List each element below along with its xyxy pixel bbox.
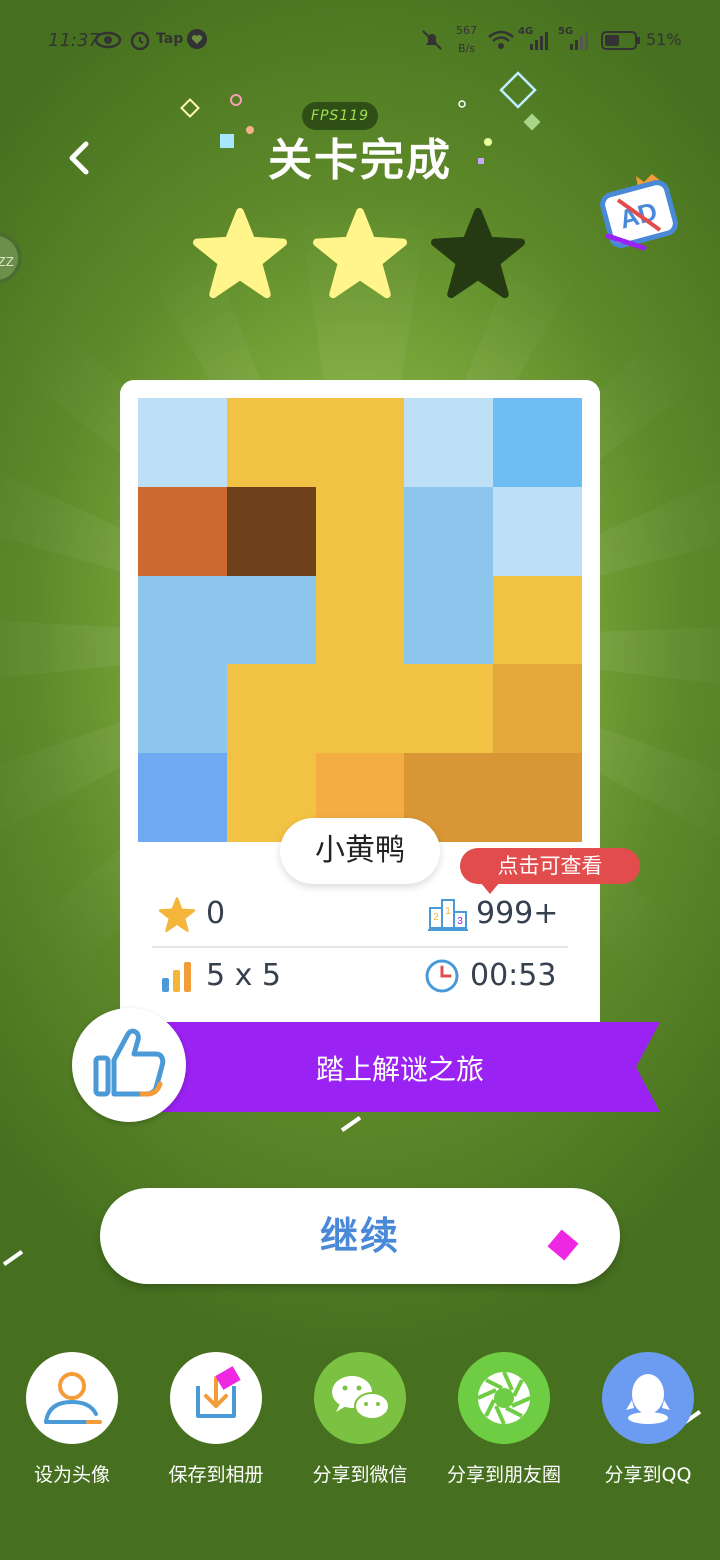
status-time: 11:37 xyxy=(48,30,100,51)
view-ranking-tip[interactable]: 点击可查看 xyxy=(460,848,640,884)
puzzle-cell xyxy=(138,664,227,754)
moments-icon xyxy=(477,1371,531,1425)
tap-badge: Tap xyxy=(156,31,184,47)
confetti-ring xyxy=(230,94,242,106)
puzzle-cell xyxy=(493,486,582,576)
share-wechat-button[interactable] xyxy=(314,1352,406,1444)
remove-ads-icon[interactable]: AD xyxy=(598,170,682,254)
signal-5g-icon xyxy=(570,32,588,50)
puzzle-cell xyxy=(226,664,316,754)
puzzle-cell xyxy=(226,486,316,576)
puzzle-cell xyxy=(226,398,316,487)
svg-text:1: 1 xyxy=(445,906,451,917)
battery-percent: 51% xyxy=(646,30,682,49)
alarm-icon xyxy=(130,31,150,51)
puzzle-cell xyxy=(315,398,405,487)
set-avatar-label: 设为头像 xyxy=(33,1464,110,1486)
puzzle-cell xyxy=(404,664,494,754)
net-speed-value: 567 xyxy=(456,24,477,37)
stats-divider xyxy=(152,946,568,948)
clock-icon xyxy=(425,959,459,993)
grid-size: 5 x 5 xyxy=(206,958,281,993)
heart-icon xyxy=(187,29,207,49)
puzzle-cell xyxy=(315,486,405,576)
signal-4g-icon xyxy=(530,32,548,50)
rank-value[interactable]: 999+ xyxy=(476,896,558,931)
puzzle-cell xyxy=(404,486,494,576)
star-icon-filled xyxy=(312,207,408,299)
save-to-album-button[interactable] xyxy=(170,1352,262,1444)
confetti-diamond xyxy=(180,98,200,118)
mute-bell-icon xyxy=(422,30,442,50)
puzzle-image[interactable] xyxy=(138,398,582,842)
confetti-ring-small xyxy=(458,100,466,108)
continue-button[interactable]: 继续 xyxy=(100,1188,620,1284)
qq-icon xyxy=(626,1374,670,1424)
puzzle-cell xyxy=(226,575,316,665)
puzzle-cell xyxy=(138,753,227,842)
svg-text:2: 2 xyxy=(433,912,439,923)
stars-count: 0 xyxy=(206,896,226,931)
net-speed-unit: B/s xyxy=(458,42,475,55)
puzzle-cell xyxy=(315,575,405,665)
wechat-icon xyxy=(332,1376,390,1420)
battery-icon xyxy=(601,31,640,50)
puzzle-cell xyxy=(138,486,227,576)
puzzle-cell xyxy=(493,753,582,842)
star-icon-empty xyxy=(430,207,526,299)
puzzle-cell xyxy=(493,398,582,487)
confetti-diamond-large xyxy=(499,71,537,109)
puzzle-cell xyxy=(138,575,227,665)
share-qq-label: 分享到QQ xyxy=(604,1464,692,1486)
share-wechat-label: 分享到微信 xyxy=(312,1464,408,1486)
ranking-podium-icon[interactable]: 1 2 3 xyxy=(428,896,468,934)
difficulty-bars-icon xyxy=(162,962,191,992)
like-button[interactable] xyxy=(72,1008,186,1122)
eye-icon xyxy=(94,31,122,49)
elapsed-time: 00:53 xyxy=(470,958,557,993)
puzzle-cell xyxy=(404,398,494,487)
puzzle-cell xyxy=(138,398,227,487)
set-avatar-button[interactable] xyxy=(26,1352,118,1444)
puzzle-cell xyxy=(493,575,582,665)
star-icon-filled xyxy=(192,207,288,299)
tip-arrow xyxy=(480,882,500,894)
avatar-icon xyxy=(44,1372,102,1424)
save-album-label: 保存到相册 xyxy=(168,1464,264,1486)
save-album-icon xyxy=(196,1366,241,1418)
thumbs-up-icon xyxy=(93,1028,166,1097)
share-qq-button[interactable] xyxy=(602,1352,694,1444)
ribbon-label: 踏上解谜之旅 xyxy=(315,1053,484,1086)
wifi-icon xyxy=(488,30,514,49)
puzzle-cell xyxy=(493,664,582,754)
star-icon xyxy=(158,897,196,933)
status-bar: 11:37 Tap 567 B/s 4G 5G 51% xyxy=(0,24,720,58)
svg-text:3: 3 xyxy=(457,916,463,927)
share-moments-label: 分享到朋友圈 xyxy=(446,1464,561,1486)
share-moments-button[interactable] xyxy=(458,1352,550,1444)
puzzle-name: 小黄鸭 xyxy=(280,818,440,884)
puzzle-cell xyxy=(404,575,494,665)
puzzle-cell xyxy=(315,664,405,754)
